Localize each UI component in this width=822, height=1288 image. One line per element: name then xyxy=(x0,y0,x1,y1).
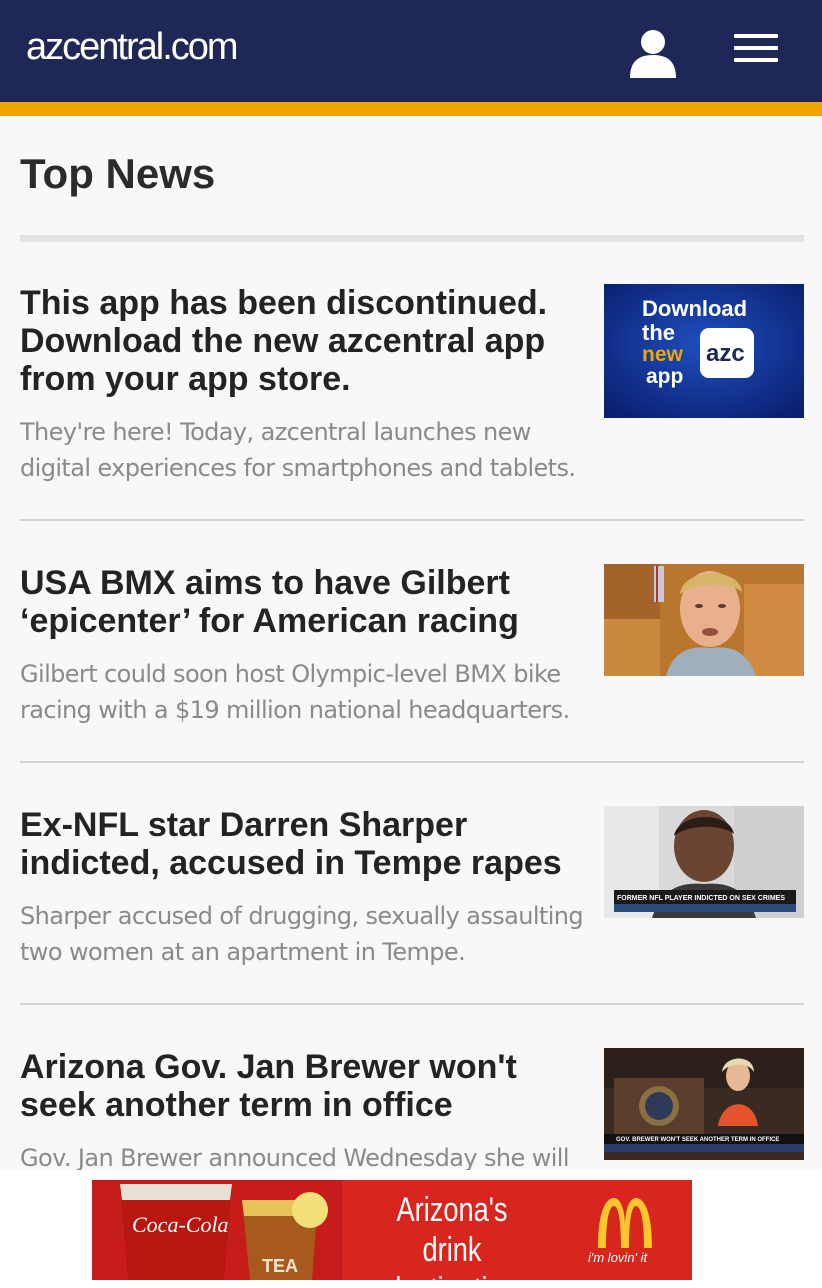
golden-arches-icon xyxy=(598,1198,652,1248)
story-headline[interactable]: This app has been discontinued. Download… xyxy=(20,284,590,398)
story-item[interactable]: Ex-NFL star Darren Sharper indicted, acc… xyxy=(20,806,804,970)
story-summary: Sharper accused of drugging, sexually as… xyxy=(20,902,584,966)
story-thumbnail[interactable]: GOV. BREWER WON'T SEEK ANOTHER TERM IN O… xyxy=(604,1048,804,1160)
ad-brand-script: Coca-Cola xyxy=(132,1212,229,1237)
story-divider xyxy=(20,519,804,521)
header-accent-stripe xyxy=(0,102,822,116)
logo-text: azcentral.com xyxy=(26,26,239,68)
page-title: Top News xyxy=(20,150,216,197)
coca-cola-cup-icon: Coca-Cola TEA xyxy=(92,1180,342,1280)
ad-tagline: i'm lovin' it xyxy=(588,1250,648,1265)
story-thumbnail[interactable]: Download the new app azc xyxy=(604,284,804,418)
ad-headline-line-1: Arizona's xyxy=(396,1191,508,1229)
story-summary: They're here! Today, azcentral launches … xyxy=(20,418,576,482)
story-headline[interactable]: USA BMX aims to have Gilbert ‘epicenter’… xyxy=(20,564,590,640)
thumb-caption: FORMER NFL PLAYER INDICTED ON SEX CRIMES xyxy=(617,895,785,902)
ad-headline: Arizona's drink destination xyxy=(364,1190,540,1280)
ad-tea-label: TEA xyxy=(262,1256,298,1276)
story-thumbnail[interactable] xyxy=(604,564,804,676)
thumb-word-the: the xyxy=(642,320,675,345)
story-thumbnail[interactable]: FORMER NFL PLAYER INDICTED ON SEX CRIMES xyxy=(604,806,804,918)
story-headline[interactable]: Arizona Gov. Jan Brewer won't seek anoth… xyxy=(20,1048,590,1124)
story-headline[interactable]: Ex-NFL star Darren Sharper indicted, acc… xyxy=(20,806,590,882)
title-divider xyxy=(20,235,804,242)
azcentral-logo[interactable]: azcentral.com xyxy=(26,26,239,69)
ad-headline-line-2: drink destination xyxy=(386,1231,518,1280)
thumb-app-badge: azc xyxy=(706,340,745,367)
thumb-word-download: Download xyxy=(642,296,747,321)
user-icon[interactable] xyxy=(626,28,680,78)
story-summary: Gilbert could soon host Olympic-level BM… xyxy=(20,660,570,724)
hamburger-menu-icon[interactable] xyxy=(734,34,778,62)
thumb-word-new: new xyxy=(642,343,684,366)
story-divider xyxy=(20,761,804,763)
story-item[interactable]: USA BMX aims to have Gilbert ‘epicenter’… xyxy=(20,564,804,728)
thumb-caption: GOV. BREWER WON'T SEEK ANOTHER TERM IN O… xyxy=(616,1137,779,1143)
story-divider xyxy=(20,1003,804,1005)
story-item[interactable]: This app has been discontinued. Download… xyxy=(20,284,804,486)
app-header: azcentral.com xyxy=(0,0,822,102)
thumb-word-app: app xyxy=(646,365,683,388)
ad-banner[interactable]: Coca-Cola TEA Arizona's drink destinatio… xyxy=(92,1180,692,1280)
